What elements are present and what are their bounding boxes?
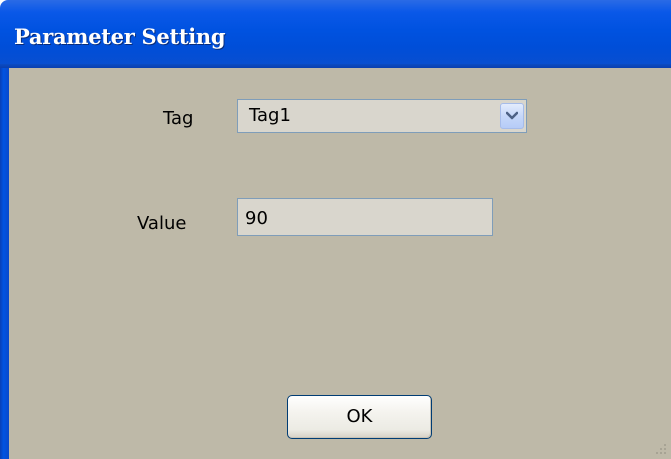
resize-grip-icon[interactable] xyxy=(653,441,667,455)
title-bar[interactable]: Parameter Setting xyxy=(0,0,671,68)
window-frame-left xyxy=(0,68,9,459)
tag-dropdown[interactable]: Tag1 xyxy=(237,99,527,133)
ok-button[interactable]: OK xyxy=(287,395,432,439)
value-input-text: 90 xyxy=(245,208,268,229)
dropdown-arrow-button[interactable] xyxy=(500,103,524,129)
tag-label: Tag xyxy=(163,108,194,129)
tag-dropdown-value: Tag1 xyxy=(249,105,291,126)
parameter-setting-window: Parameter Setting Tag Tag1 Value 90 OK xyxy=(0,0,671,459)
value-input[interactable]: 90 xyxy=(237,198,493,236)
window-title: Parameter Setting xyxy=(14,24,226,49)
chevron-down-icon xyxy=(506,111,518,120)
value-label: Value xyxy=(137,213,187,234)
